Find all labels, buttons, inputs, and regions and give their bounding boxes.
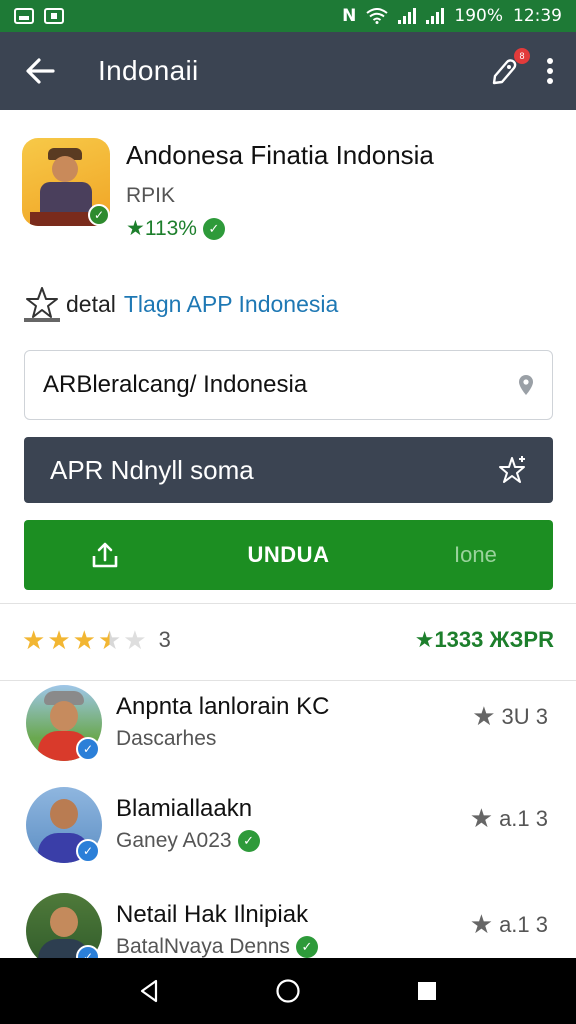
- detail-link[interactable]: Tlagn APP Indonesia: [124, 291, 338, 318]
- reviewer-sub: Ganey A023 ✓: [116, 829, 260, 853]
- app-notification-icon: [44, 8, 64, 24]
- more-options-icon[interactable]: [546, 57, 554, 85]
- download-side-label: Ione: [454, 542, 497, 567]
- notification-badge: 8: [514, 48, 530, 64]
- app-verified-icon: ✓: [88, 204, 110, 226]
- check-icon: ✓: [202, 217, 225, 240]
- review-rating: ★ 3U 3: [472, 701, 548, 732]
- reviewer-name: Blamiallaakn: [116, 795, 253, 822]
- system-nav-bar: [0, 958, 576, 1024]
- rating-stars: ★ ★ ★ ★ ★: [22, 627, 147, 653]
- empty-star-icon: ★: [123, 625, 147, 655]
- star-icon: ★: [22, 625, 46, 655]
- gallery-notification-icon: [14, 8, 34, 24]
- rating-right-text: ★1333 ЖЗPR: [414, 627, 554, 652]
- verified-badge-icon: ✓: [76, 839, 100, 863]
- status-left: [14, 8, 64, 24]
- nfc-icon: N: [342, 6, 357, 26]
- screen: N 190% 12:39 Indonaii 8 ✓ Andonesa Finat…: [0, 0, 576, 1024]
- review-rating: ★ a.1 3: [470, 909, 548, 940]
- divider: [0, 603, 576, 604]
- nav-home-icon[interactable]: [275, 978, 301, 1004]
- app-developer: RPIK: [126, 184, 176, 207]
- app-bar-actions: 8: [490, 48, 554, 86]
- download-button[interactable]: UNDUA Ione: [24, 520, 553, 590]
- nav-recents-icon[interactable]: [416, 980, 438, 1002]
- location-field[interactable]: ARBleralcang/ Indonesia: [24, 350, 553, 420]
- divider: [0, 680, 576, 681]
- reviewer-sub: Dascarhes: [116, 727, 216, 751]
- wifi-icon: [366, 8, 389, 24]
- battery-text: 190%: [454, 6, 503, 26]
- check-icon: ✓: [295, 936, 318, 958]
- location-pin-icon: [519, 375, 533, 395]
- clock: 12:39: [513, 6, 562, 26]
- reviewer-sub-text: BatalNvaya Denns: [116, 935, 290, 958]
- dark-action-button[interactable]: APR Ndnyll soma: [24, 437, 553, 503]
- app-rating-text: ★113%: [126, 217, 197, 240]
- app-name: Andonesa Finatia Indonsia: [126, 140, 434, 170]
- rating-count: 3: [158, 627, 171, 652]
- reviewer-name: Netail Hak Ilnipiak: [116, 901, 309, 928]
- star-icon: ★: [47, 625, 71, 655]
- location-field-value: ARBleralcang/ Indonesia: [43, 371, 308, 398]
- star-icon: ★: [469, 909, 494, 939]
- star-icon: ★: [72, 625, 96, 655]
- edit-button[interactable]: 8: [490, 48, 530, 86]
- reviewer-sub: BatalNvaya Denns ✓: [116, 935, 318, 959]
- back-arrow-icon: [26, 58, 55, 84]
- app-rating: ★113% ✓: [126, 216, 225, 241]
- page-title: Indonaii: [98, 55, 199, 86]
- avatar-head: [50, 907, 78, 937]
- star-icon: ★: [469, 803, 494, 833]
- detail-label: detal: [66, 290, 116, 317]
- reviewer-sub-text: Dascarhes: [116, 727, 217, 750]
- nav-back-icon[interactable]: [138, 979, 160, 1003]
- avatar-head: [50, 701, 78, 731]
- review-rating-text: a.1 3: [499, 805, 548, 831]
- reviewer-name: Anpnta lanlorain KC: [116, 693, 330, 720]
- status-right: N 190% 12:39: [342, 6, 562, 26]
- half-star-icon: ★: [97, 625, 122, 655]
- app-icon-head: [52, 156, 78, 182]
- star-outline-icon: [24, 287, 60, 322]
- reviewer-sub-text: Ganey A023: [116, 829, 232, 852]
- app-header: ✓ Andonesa Finatia Indonsia RPIK ★113% ✓: [22, 136, 562, 246]
- list-item[interactable]: ✓ Anpnta lanlorain KC Dascarhes ★ 3U 3: [0, 685, 576, 785]
- list-item[interactable]: ✓ Blamiallaakn Ganey A023 ✓ ★ a.1 3: [0, 787, 576, 887]
- detail-row: detal Tlagn APP Indonesia: [22, 282, 562, 326]
- review-rating-text: 3U 3: [501, 703, 548, 729]
- avatar-head: [50, 799, 78, 829]
- rating-summary: ★ ★ ★ ★ ★ 3 ★1333 ЖЗPR: [22, 620, 554, 660]
- dark-action-label: APR Ndnyll soma: [50, 454, 254, 485]
- star-icon: ★: [472, 701, 496, 731]
- sparkle-star-icon: [499, 456, 525, 483]
- signal-icon: [398, 8, 417, 24]
- review-rating-text: a.1 3: [499, 911, 548, 937]
- back-button[interactable]: [0, 32, 80, 110]
- signal-2-icon: [426, 8, 445, 24]
- app-bar: Indonaii 8: [0, 32, 576, 110]
- review-rating: ★ a.1 3: [470, 803, 548, 834]
- verified-badge-icon: ✓: [76, 737, 100, 761]
- status-bar: N 190% 12:39: [0, 0, 576, 32]
- check-icon: ✓: [237, 830, 260, 852]
